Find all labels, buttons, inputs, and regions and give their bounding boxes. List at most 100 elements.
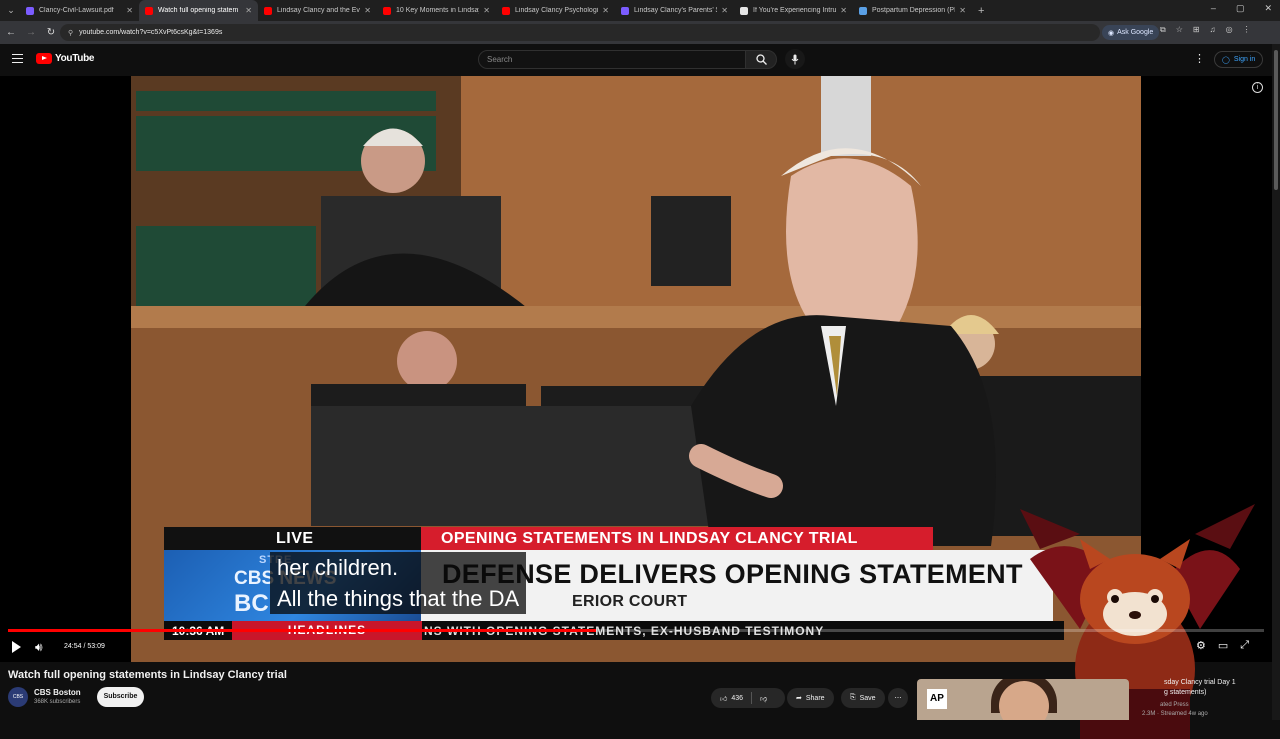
- recommended-video-meta: ated Press 2.3M · Streamed 4w ago: [1142, 701, 1208, 719]
- tab-search-icon[interactable]: ⌄: [2, 2, 20, 20]
- tab-favicon-icon: [264, 6, 272, 15]
- save-button[interactable]: ⎘ Save: [841, 688, 885, 708]
- time-display: 24:54 / 53:09: [56, 639, 113, 655]
- tab-favicon-icon: [621, 6, 629, 15]
- youtube-play-icon: [36, 53, 52, 64]
- tab-label: Postpartum Depression (PPD): [872, 7, 955, 14]
- overlay-subline: ERIOR COURT: [572, 593, 688, 610]
- fullscreen-icon[interactable]: ⤢: [1240, 639, 1249, 652]
- ap-badge: AP: [927, 689, 947, 709]
- like-dislike-group: 👍︎ 436 👎︎: [711, 688, 785, 708]
- minimize-icon[interactable]: –: [1211, 3, 1216, 14]
- red-banner: OPENING STATEMENTS IN LINDSAY CLANCY TRI…: [421, 527, 933, 550]
- browser-tab[interactable]: Lindsay Clancy Psychologist Di ✕: [496, 0, 615, 21]
- profile-icon[interactable]: ◎: [1226, 25, 1233, 35]
- browser-tab[interactable]: Lindsay Clancy and the Evidence ✕: [258, 0, 377, 21]
- cast-icon[interactable]: ⧉: [1160, 25, 1166, 35]
- tab-list: Clancy-Civil-Lawsuit.pdf ✕ Watch full open…: [20, 0, 972, 21]
- tab-favicon-icon: [859, 6, 867, 15]
- browser-tab[interactable]: If You're Experiencing Intrusiv ✕: [734, 0, 853, 21]
- settings-menu-icon[interactable]: ⋮: [1194, 52, 1205, 65]
- url-text: youtube.com/watch?v=c5XvPt6csKg&t=1369s: [79, 29, 223, 36]
- browser-tab[interactable]: Postpartum Depression (PPD) ✕: [853, 0, 972, 21]
- tab-close-icon[interactable]: ✕: [245, 6, 252, 15]
- reco-title-line: sday Clancy trial Day 1: [1164, 679, 1236, 686]
- more-actions-button[interactable]: ⋯: [888, 688, 908, 708]
- microphone-icon: [791, 54, 799, 64]
- tab-close-icon[interactable]: ✕: [959, 6, 966, 15]
- toolbar-icons: ⧉ ☆ ⊞ ♫ ◎ ⋮: [1160, 25, 1251, 35]
- youtube-wordmark: YouTube: [55, 53, 95, 64]
- dislike-icon[interactable]: 👎︎: [760, 694, 767, 703]
- tab-close-icon[interactable]: ✕: [483, 6, 490, 15]
- video-player[interactable]: i LIVE OPENING STATEMENTS IN LINDSAY CLA…: [0, 76, 1272, 739]
- tab-close-icon[interactable]: ✕: [364, 6, 371, 15]
- extensions-icon[interactable]: ⊞: [1193, 25, 1200, 35]
- maximize-icon[interactable]: ▢: [1236, 3, 1245, 14]
- forward-icon[interactable]: →: [22, 27, 40, 38]
- tab-close-icon[interactable]: ✕: [721, 6, 728, 15]
- tab-close-icon[interactable]: ✕: [126, 6, 133, 15]
- site-info-icon[interactable]: ⚲: [68, 29, 73, 37]
- browser-tab[interactable]: Watch full opening statem ✕: [139, 0, 258, 21]
- reload-icon[interactable]: ↻: [42, 27, 60, 38]
- like-count[interactable]: 436: [731, 695, 743, 702]
- browser-tab-strip: ⌄ Clancy-Civil-Lawsuit.pdf ✕ Watch full op…: [0, 0, 1280, 21]
- divider: [751, 692, 753, 704]
- address-bar[interactable]: ⚲ youtube.com/watch?v=c5XvPt6csKg&t=1369…: [60, 24, 1100, 41]
- share-icon: ➦: [796, 695, 802, 702]
- caption-line: her children.: [277, 555, 399, 580]
- subscribe-button[interactable]: Subscribe: [97, 687, 144, 707]
- ask-google-button[interactable]: ◉ Ask Google: [1102, 25, 1160, 40]
- player-right-controls: ⚙ ▭ ⤢: [1196, 639, 1249, 652]
- guide-menu-icon[interactable]: [12, 54, 23, 63]
- logo-boston-text: BC: [234, 590, 269, 617]
- browser-tab[interactable]: Clancy-Civil-Lawsuit.pdf ✕: [20, 0, 139, 21]
- youtube-header: YouTube Search ⋮ ◯ Sign in: [0, 44, 1280, 76]
- close-window-icon[interactable]: ✕: [1264, 3, 1272, 14]
- reco-title-line: g statements): [1164, 689, 1207, 696]
- search-placeholder: Search: [487, 55, 513, 64]
- caption-line: All the things that the DA: [277, 586, 520, 611]
- like-icon[interactable]: 👍︎: [720, 694, 727, 703]
- video-title: Watch full opening statements in Lindsay…: [8, 669, 287, 681]
- volume-icon[interactable]: 🔊︎: [35, 640, 43, 655]
- search-icon: [755, 54, 767, 65]
- voice-search-button[interactable]: [785, 49, 805, 69]
- window-controls: – ▢ ✕: [1211, 3, 1272, 14]
- share-label: Share: [805, 694, 825, 702]
- back-icon[interactable]: ←: [2, 27, 20, 38]
- theater-mode-icon[interactable]: ▭: [1218, 639, 1228, 652]
- tab-favicon-icon: [383, 6, 391, 15]
- youtube-logo[interactable]: YouTube: [36, 53, 95, 64]
- live-label: LIVE: [164, 527, 422, 552]
- browser-menu-icon[interactable]: ⋮: [1243, 25, 1251, 35]
- tab-close-icon[interactable]: ✕: [840, 6, 847, 15]
- play-icon[interactable]: [12, 641, 21, 653]
- recommended-video-thumbnail[interactable]: AP: [917, 679, 1129, 720]
- recommended-video-title[interactable]: sday Clancy trial Day 1 g statements): [1164, 678, 1236, 698]
- tab-close-icon[interactable]: ✕: [602, 6, 609, 15]
- more-icon: ⋯: [894, 695, 902, 702]
- bookmark-star-icon[interactable]: ☆: [1176, 25, 1183, 35]
- page-scrollbar[interactable]: [1272, 44, 1280, 720]
- scrollbar-thumb[interactable]: [1274, 50, 1278, 190]
- media-icon[interactable]: ♫: [1210, 25, 1216, 35]
- channel-name[interactable]: CBS Boston: [34, 688, 81, 697]
- settings-gear-icon[interactable]: ⚙: [1196, 639, 1206, 652]
- browser-tab[interactable]: Lindsay Clancy's Parents' $1 M ✕: [615, 0, 734, 21]
- tab-favicon-icon: [26, 6, 34, 15]
- closed-caption: her children. All the things that the DA: [270, 552, 527, 614]
- search-button[interactable]: [745, 50, 777, 69]
- ask-google-label: Ask Google: [1117, 29, 1154, 36]
- tab-favicon-icon: [145, 6, 153, 15]
- new-tab-icon[interactable]: +: [978, 5, 984, 17]
- search-input[interactable]: Search: [478, 50, 746, 69]
- channel-avatar[interactable]: CBS: [8, 687, 28, 707]
- share-button[interactable]: ➦ Share: [787, 688, 834, 708]
- tab-label: Lindsay Clancy and the Evidence: [277, 7, 360, 14]
- info-icon[interactable]: i: [1252, 82, 1263, 93]
- browser-tab[interactable]: 10 Key Moments in Lindsay Cla ✕: [377, 0, 496, 21]
- sign-in-button[interactable]: ◯ Sign in: [1214, 51, 1264, 68]
- save-label: Save: [859, 694, 876, 702]
